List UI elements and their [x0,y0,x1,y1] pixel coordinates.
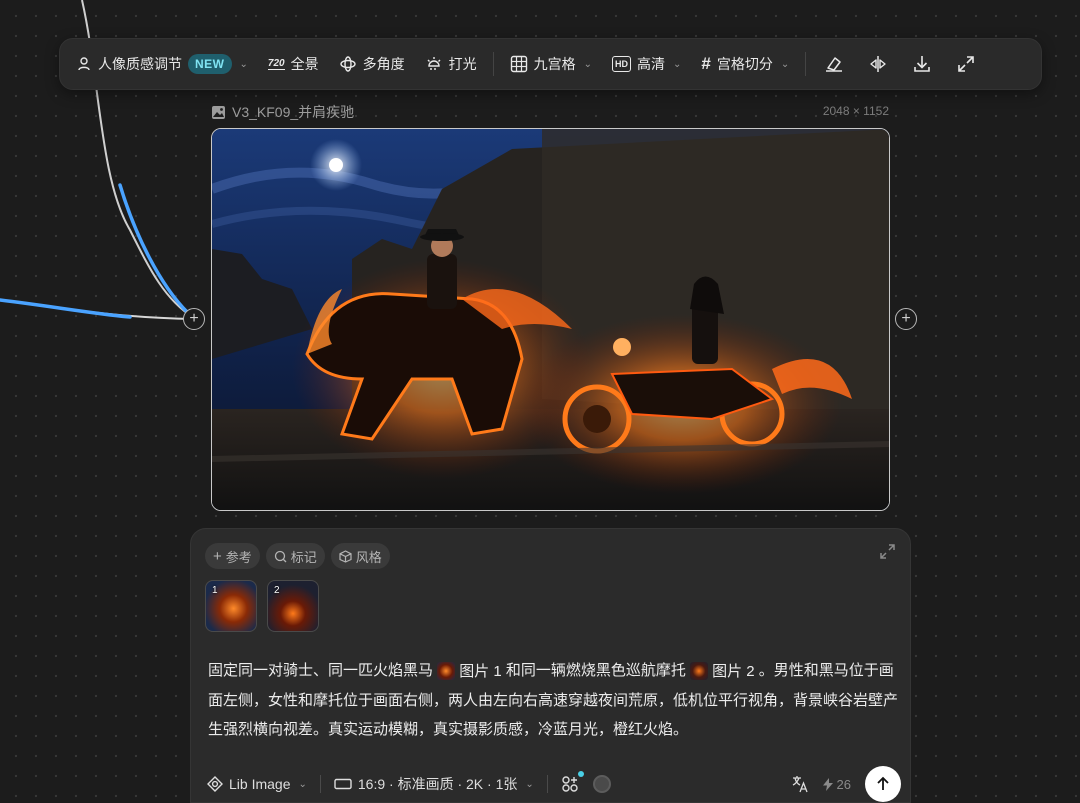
style-chip[interactable]: 风格 [330,543,390,569]
chevron-down-icon: ⌄ [525,778,534,790]
wire-top-glow [118,183,190,315]
chevron-down-icon: ⌄ [780,58,790,70]
chevron-down-icon: ⌄ [672,58,682,70]
chevron-down-icon: ⌄ [298,778,307,790]
thumbnail-number: 2 [274,585,280,596]
tools-button[interactable] [561,771,584,793]
image-content [212,129,889,510]
hd-label: 高清 [636,56,665,72]
arrow-up-icon [877,776,889,790]
panorama-icon: 720 [267,58,285,70]
output-port[interactable]: + [895,308,917,330]
output-settings-selector[interactable]: 16:9 · 标准画质 · 2K · 1张 ⌄ [334,774,534,794]
panorama-label: 全景 [290,56,319,72]
prompt-part-2: 和同一辆燃烧黑色巡航摩托 [505,662,686,679]
bottom-divider [319,775,321,793]
prompt-part-1: 固定同一对骑士、同一匹火焰黑马 [208,662,434,679]
inline-ref-label-1: 图片 1 [459,662,502,680]
prompt-chips: + 参考 标记 风格 [205,543,390,569]
reference-chip[interactable]: + 参考 [205,543,260,569]
expand-icon [880,544,895,559]
node-title-text: V3_KF09_并肩疾驰 [232,104,355,120]
lighting-button[interactable]: 打光 [425,54,477,74]
grid9-button[interactable]: 九宫格 ⌄ [510,54,592,74]
rotate-3d-icon [339,56,356,72]
reference-chip-label: 参考 [225,549,252,565]
flip-icon [870,56,886,72]
multi-angle-button[interactable]: 多角度 [339,54,405,74]
inline-ref-label-2: 图片 2 [712,662,755,680]
circle-toggle-icon [592,775,611,793]
light-icon [427,57,441,70]
inline-image-ref-1[interactable]: 图片 1 [437,657,502,686]
download-icon [914,56,931,72]
mark-chip-label: 标记 [290,549,317,565]
cube-icon [339,549,352,563]
download-button[interactable] [910,52,934,76]
inline-thumbnail-2 [690,662,709,681]
reference-thumbnail-2[interactable]: 2 [267,580,319,632]
input-port[interactable]: + [183,308,205,330]
grid9-label: 九宫格 [533,56,576,72]
credit-cost-value: 26 [836,776,851,792]
plus-icon: + [213,547,222,565]
hd-icon: HD [611,56,631,72]
grid-split-label: 宫格切分 [716,56,773,72]
lightning-icon [822,777,833,791]
prompt-text[interactable]: 固定同一对骑士、同一匹火焰黑马 图片 1 和同一辆燃烧黑色巡航摩托 图片 2 。… [208,656,898,744]
image-icon [212,105,225,119]
settings-toggle[interactable] [592,775,611,793]
wire-left-glow [0,298,132,319]
prompt-panel: + 参考 标记 风格 1 2 固定同一对骑士、同一匹火焰黑马 图片 1 和同一辆… [190,528,911,803]
prompt-bottom-bar: Lib Image ⌄ 16:9 · 标准画质 · 2K · 1张 ⌄ 26 [207,766,901,802]
fullscreen-icon [958,56,975,72]
hd-button[interactable]: HD 高清 ⌄ [611,54,682,74]
notification-dot [577,771,584,777]
toolbar-divider [805,52,807,76]
grid-split-button[interactable]: # 宫格切分 ⌄ [701,54,789,74]
model-selector[interactable]: Lib Image ⌄ [207,776,307,792]
image-toolbar: 人像质感调节 NEW ⌄ 720 全景 多角度 打光 九宫格 ⌄ HD 高清 ⌄… [59,38,1042,90]
fullscreen-button[interactable] [954,52,978,76]
aspect-ratio-icon [334,778,352,790]
flip-button[interactable] [866,52,890,76]
translate-button[interactable] [791,775,809,793]
image-dimensions: 2048 × 1152 [822,104,889,118]
bottom-divider [546,775,548,793]
portrait-adjust-label: 人像质感调节 [98,56,182,72]
node-title: V3_KF09_并肩疾驰 [211,102,354,122]
hash-icon: # [701,54,711,73]
model-icon [207,776,223,792]
grid-icon [510,55,527,73]
style-chip-label: 风格 [355,549,382,565]
inline-image-ref-2[interactable]: 图片 2 [690,657,755,686]
mark-icon [274,550,287,562]
reference-thumbnail-1[interactable]: 1 [205,580,257,632]
toolbar-divider [492,52,494,76]
credit-cost: 26 [822,776,851,792]
model-label: Lib Image [229,776,291,792]
new-badge: NEW [188,54,232,74]
translate-icon [792,776,808,793]
generated-image[interactable] [211,128,890,511]
output-settings-label: 16:9 · 标准画质 · 2K · 1张 [357,776,518,792]
chevron-down-icon: ⌄ [239,58,248,70]
panorama-button[interactable]: 720 全景 [267,54,319,74]
reference-thumbnails: 1 2 [205,580,319,632]
chevron-down-icon: ⌄ [583,58,592,70]
thumbnail-number: 1 [212,585,218,596]
eraser-button[interactable] [822,52,846,76]
inline-thumbnail-1 [437,662,456,681]
mark-chip[interactable]: 标记 [265,543,325,569]
apps-icon [562,776,578,792]
multi-angle-label: 多角度 [362,56,405,72]
eraser-icon [826,57,843,72]
send-button[interactable] [865,766,901,802]
expand-button[interactable] [879,543,896,565]
portrait-adjust-button[interactable]: 人像质感调节 NEW ⌄ [76,54,248,74]
portrait-icon [78,57,90,71]
lighting-label: 打光 [448,56,477,72]
